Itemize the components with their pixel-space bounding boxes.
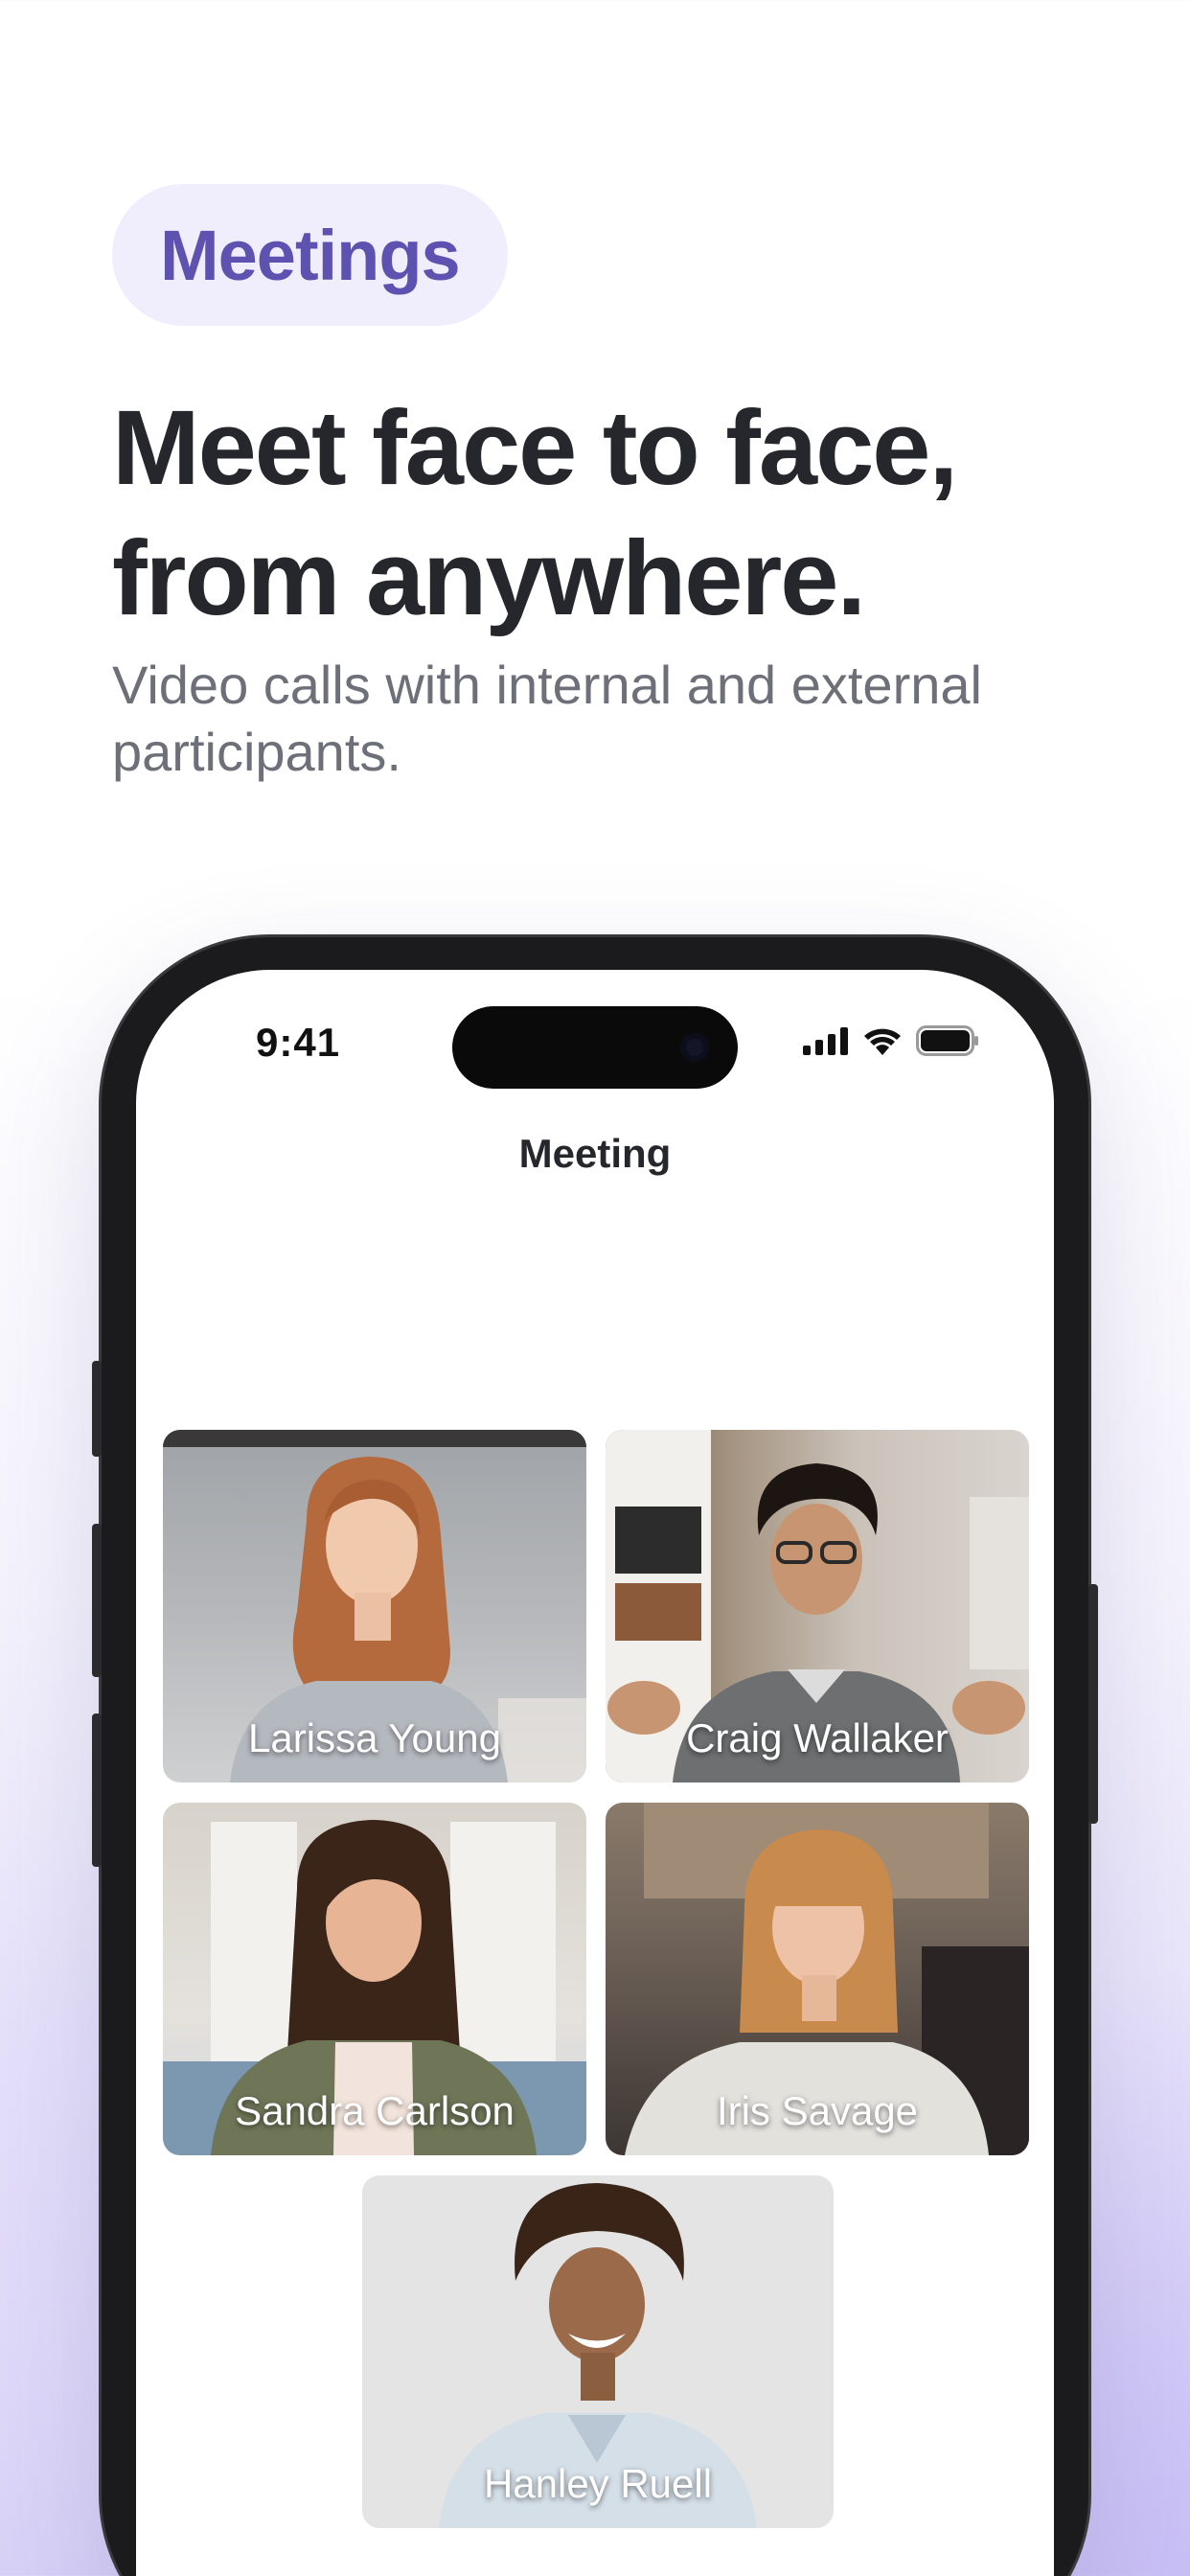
wifi-icon [864,1028,901,1055]
status-icons [803,1025,979,1056]
phone-screen: 9:41 Meeting Larissa Young Craig Wallake… [136,970,1054,2576]
subline: Video calls with internal and external p… [112,655,982,782]
power-button [1088,1584,1098,1824]
headline: Meet face to face, from anywhere. [112,389,958,637]
camera-icon [680,1033,709,1062]
participant-tile[interactable]: Sandra Carlson [163,1803,586,2155]
participant-tile[interactable]: Craig Wallaker [606,1430,1029,1782]
meetings-tag: Meetings [112,184,508,326]
dynamic-island [452,1006,738,1089]
status-time: 9:41 [256,1020,341,1065]
phone-mockup: 9:41 Meeting Larissa Young Craig Wallake… [92,937,1098,2576]
meetings-tag-label: Meetings [160,215,461,295]
participant-name: Iris Savage [716,2088,919,2133]
participant-name: Larissa Young [248,1715,501,1760]
participant-name: Hanley Ruell [483,2461,713,2506]
participant-name: Craig Wallaker [686,1715,949,1760]
volume-up-button [92,1524,102,1677]
battery-icon [916,1025,978,1056]
participant-name: Sandra Carlson [235,2088,515,2133]
signal-icon [803,1027,848,1055]
participant-tile[interactable]: Larissa Young [163,1430,586,1782]
volume-down-button [92,1714,102,1867]
participant-tile[interactable]: Hanley Ruell [362,2175,834,2528]
action-button [92,1361,102,1457]
participant-tile[interactable]: Iris Savage [606,1803,1029,2155]
screen-title: Meeting [518,1131,672,1176]
